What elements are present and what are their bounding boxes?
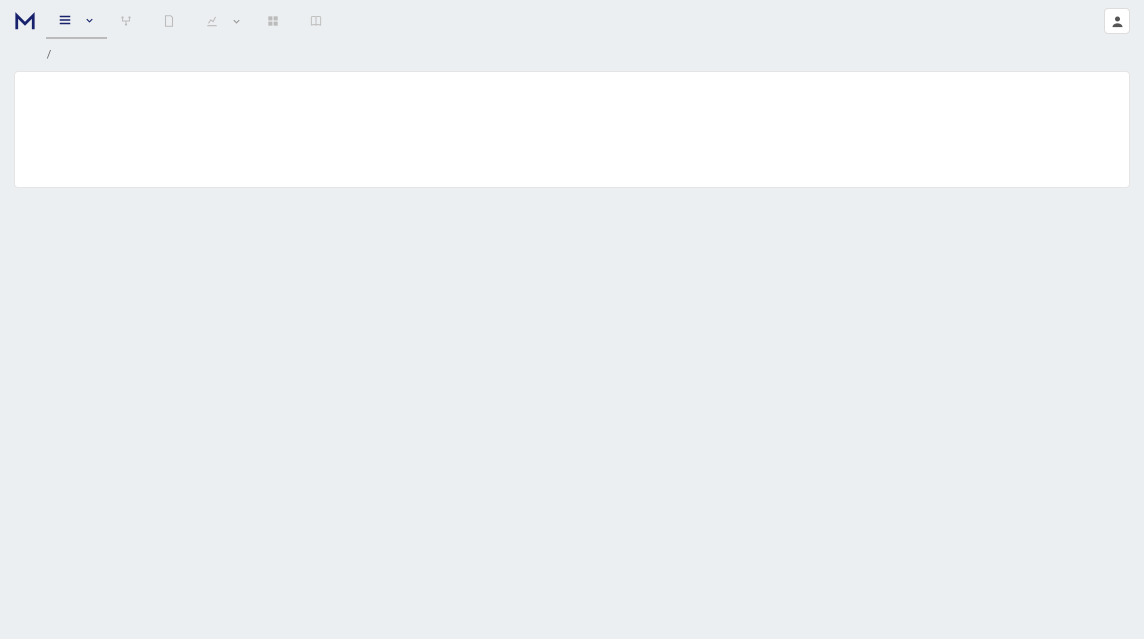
nav-item-model[interactable] [150, 4, 193, 38]
nav-item-dashboard[interactable] [254, 4, 297, 38]
topbar-left [14, 3, 340, 39]
primary-nav [46, 3, 340, 39]
brand-logo[interactable] [14, 10, 36, 32]
wizard-steps [25, 100, 1119, 120]
breadcrumb-sep: / [44, 48, 54, 61]
topbar [0, 0, 1144, 42]
chevron-down-icon [231, 16, 242, 27]
instructions [25, 136, 1119, 149]
nav-item-analyze[interactable] [193, 4, 254, 38]
person-icon [1110, 14, 1125, 29]
menu-icon [58, 13, 72, 27]
grid-icon [266, 14, 280, 28]
book-icon [309, 14, 323, 28]
nav-item-pipeline[interactable] [46, 3, 107, 39]
breadcrumb: / [0, 42, 1144, 71]
chart-icon [205, 14, 219, 28]
user-menu[interactable] [1104, 8, 1130, 34]
nav-item-notebook[interactable] [297, 4, 340, 38]
main-panel [14, 71, 1130, 188]
orchestrate-icon [119, 14, 133, 28]
document-icon [162, 14, 176, 28]
nav-item-orchestrate[interactable] [107, 4, 150, 38]
chevron-down-icon [84, 15, 95, 26]
